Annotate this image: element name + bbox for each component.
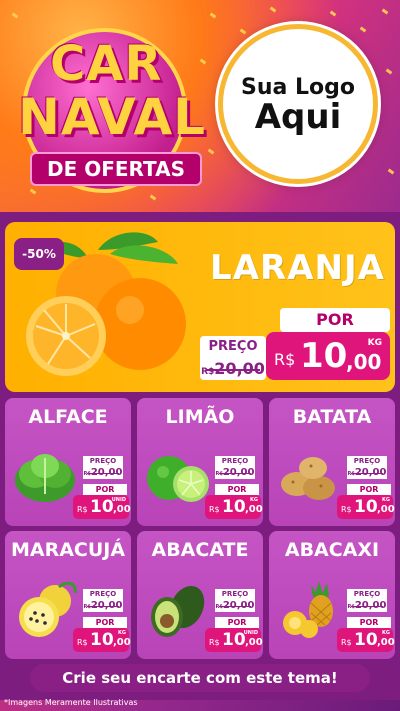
old-currency: R$ <box>83 604 91 610</box>
price-currency: R$ <box>209 505 220 514</box>
lettuce-image <box>15 454 75 502</box>
old-currency: R$ <box>215 471 223 477</box>
por-label: POR <box>215 484 259 495</box>
strike-line <box>206 369 260 371</box>
your-logo-placeholder: Sua Logo Aqui <box>218 24 378 184</box>
price-unit: KG <box>382 630 390 636</box>
por-label: POR <box>347 484 391 495</box>
price-integer: 10 <box>90 630 114 650</box>
pineapple-image <box>283 581 333 638</box>
featured-old-price: R$20,00 <box>200 358 266 380</box>
preco-label: PREÇO <box>83 456 123 467</box>
price: R$ 10,00 KG <box>73 628 131 652</box>
price-unit: KG <box>367 338 382 348</box>
price-currency: R$ <box>341 638 352 647</box>
price-currency: R$ <box>274 350 296 369</box>
price-cents: ,00 <box>346 350 382 374</box>
price-currency: R$ <box>77 505 88 514</box>
preco-label: PREÇO <box>215 456 255 467</box>
price-integer: 10 <box>354 630 378 650</box>
potato-image <box>281 457 335 500</box>
price-integer: 10 <box>222 497 246 517</box>
old-price: R$20,00 <box>347 467 387 479</box>
price-cents: ,00 <box>377 504 395 515</box>
product-card: BATATA PREÇO R$20,00 POR R$10,00KG <box>269 398 395 526</box>
product-name: ABACATE <box>151 539 249 561</box>
discount-badge: -50% <box>14 238 64 270</box>
product-name: MARACUJÁ <box>10 539 126 561</box>
price-integer: 10 <box>222 630 246 650</box>
price-currency: R$ <box>341 505 352 514</box>
por-label: POR <box>347 617 391 628</box>
old-price: R$20,00 <box>83 467 123 479</box>
old-currency: R$ <box>83 471 91 477</box>
product-name: ABACAXI <box>284 539 380 561</box>
product-card: MARACUJÁ PREÇO R$20,00 POR R$10,00KG <box>5 531 131 659</box>
preco-label: PREÇO <box>83 589 123 600</box>
product-card: ALFACE PREÇO R$20,00 POR R$10,00UNID <box>5 398 131 526</box>
avocado-image <box>151 585 205 637</box>
price-integer: 10 <box>300 336 348 376</box>
price-unit: UNID <box>111 497 126 503</box>
title-line-1: CAR <box>50 36 163 92</box>
strike-line <box>87 606 119 607</box>
old-currency: R$ <box>347 471 355 477</box>
price-cents: ,00 <box>113 504 131 515</box>
price: R$ 10,00 KG <box>205 495 263 519</box>
lime-image <box>147 456 209 502</box>
strike-line <box>351 473 383 474</box>
price-unit: KG <box>118 630 126 636</box>
price-integer: 10 <box>90 497 114 517</box>
por-label: POR <box>215 617 259 628</box>
price-unit: KG <box>382 497 390 503</box>
price-integer: 10 <box>354 497 378 517</box>
price-cents: ,00 <box>377 637 395 648</box>
old-price: R$20,00 <box>215 467 255 479</box>
featured-por-label: POR <box>280 308 390 332</box>
old-price: R$20,00 <box>83 600 123 612</box>
cta-banner[interactable]: Crie seu encarte com este tema! <box>30 664 370 692</box>
product-card: LIMÃO PREÇO R$20,00 POR R$10,00KG <box>137 398 263 526</box>
price: R$ 10,00 KG <box>337 495 395 519</box>
strike-line <box>219 606 251 607</box>
old-currency: R$ <box>347 604 355 610</box>
price-cents: ,00 <box>113 637 131 648</box>
price-currency: R$ <box>77 638 88 647</box>
strike-line <box>351 606 383 607</box>
product-card: ABACAXI PREÇO R$20,00 POR R$10,00KG <box>269 531 395 659</box>
price: R$ 10,00 KG <box>337 628 395 652</box>
price-cents: ,00 <box>245 637 263 648</box>
ofertas-ribbon: DE OFERTAS <box>30 152 202 186</box>
passion-fruit-image <box>19 581 77 637</box>
old-price: R$20,00 <box>215 600 255 612</box>
por-label: POR <box>83 484 127 495</box>
price-unit: KG <box>250 497 258 503</box>
price: R$ 10,00 UNID <box>205 628 263 652</box>
disclaimer: *Imagens Meramente Ilustrativas <box>4 698 138 707</box>
price: R$ 10,00 UNID <box>73 495 131 519</box>
logo-text-2: Aqui <box>254 96 342 137</box>
strike-line <box>87 473 119 474</box>
price-currency: R$ <box>209 638 220 647</box>
featured-product-name: LARANJA <box>210 248 385 288</box>
price-cents: ,00 <box>245 504 263 515</box>
price-unit: UNID <box>243 630 258 636</box>
preco-label: PREÇO <box>215 589 255 600</box>
preco-label: PREÇO <box>347 456 387 467</box>
logo-text-1: Sua Logo <box>240 74 355 100</box>
strike-line <box>219 473 251 474</box>
product-name: LIMÃO <box>165 406 235 428</box>
product-name: BATATA <box>292 406 372 428</box>
title-line-2: NAVAL <box>18 88 207 146</box>
featured-price: R$ 10 ,00 KG <box>266 332 390 380</box>
por-label: POR <box>83 617 127 628</box>
product-card: ABACATE PREÇO R$20,00 POR R$10,00UNID <box>137 531 263 659</box>
preco-label: PREÇO <box>347 589 387 600</box>
old-price: R$20,00 <box>347 600 387 612</box>
old-currency: R$ <box>215 604 223 610</box>
product-name: ALFACE <box>28 406 108 428</box>
featured-preco-label: PREÇO <box>200 336 266 358</box>
carnaval-logo: CAR NAVAL DE OFERTAS <box>14 22 205 193</box>
